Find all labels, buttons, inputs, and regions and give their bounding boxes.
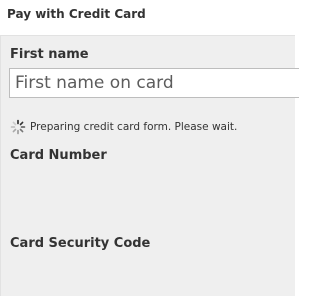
card-security-code-label: Card Security Code	[10, 236, 151, 251]
credit-card-form-panel: First name Preparing credit card form. P…	[0, 35, 299, 296]
first-name-label: First name	[10, 47, 89, 62]
loading-message: Preparing credit card form. Please wait.	[30, 121, 238, 133]
dialog-title: Pay with Credit Card	[7, 7, 146, 21]
spinner-icon	[10, 119, 26, 135]
card-number-label: Card Number	[10, 148, 107, 163]
loading-status: Preparing credit card form. Please wait.	[10, 119, 237, 135]
first-name-input[interactable]	[9, 68, 299, 98]
